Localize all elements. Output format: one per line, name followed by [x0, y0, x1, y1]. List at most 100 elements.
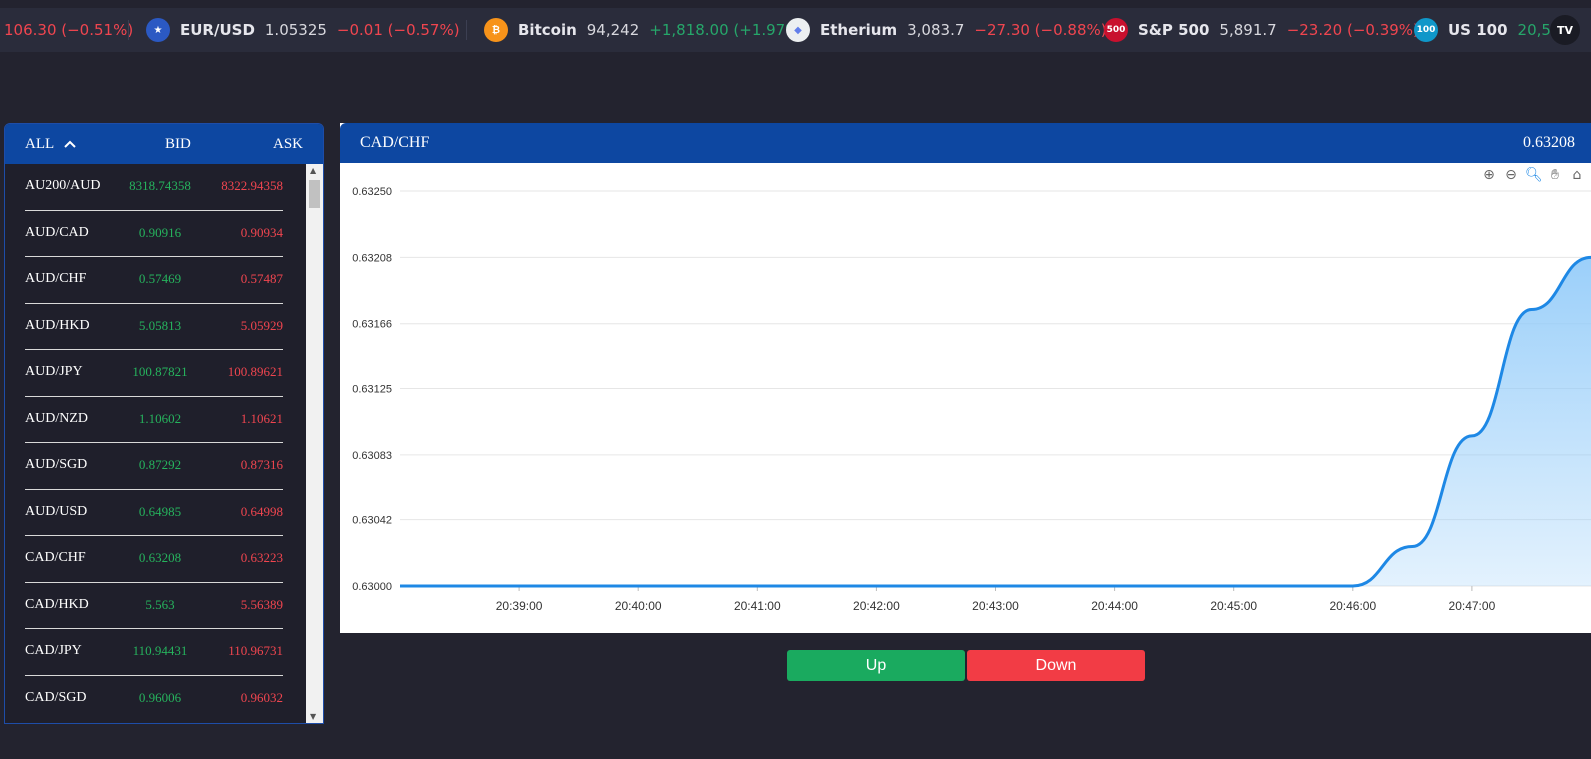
row-ask: 0.96032: [240, 689, 283, 705]
watchlist-row[interactable]: CAD/CHF 0.63208 0.63223: [5, 536, 303, 583]
chart-toolbar: ⊕ ⊖ 🔍︎ ✋︎ ⌂: [1481, 167, 1585, 183]
watchlist-row[interactable]: AUD/JPY 100.87821 100.89621: [5, 350, 303, 397]
down-button[interactable]: Down: [967, 650, 1145, 681]
tradingview-logo-icon[interactable]: TV: [1550, 15, 1580, 45]
watchlist-panel: ALL BID ASK AU200/AUD 8318.74358 8322.9435…: [4, 123, 324, 724]
x-tick-label: 20:42:00: [853, 599, 900, 613]
row-bid: 0.64985: [138, 503, 182, 519]
watchlist-row[interactable]: AUD/HKD 5.05813 5.05929: [5, 304, 303, 351]
ticker-item[interactable]: 106.30 (−0.51%): [4, 8, 133, 52]
up-button[interactable]: Up: [787, 650, 965, 681]
x-tick-label: 20:40:00: [615, 599, 662, 613]
ticker-change: 106.30 (−0.51%): [4, 21, 134, 39]
watchlist-scrollbar[interactable]: ▲ ▼: [306, 164, 323, 723]
x-tick-label: 20:41:00: [734, 599, 781, 613]
row-ask: 1.10621: [240, 410, 283, 426]
row-ask: 0.90934: [240, 224, 283, 240]
row-ask: 8322.94358: [221, 178, 283, 193]
watchlist-row[interactable]: AUD/CAD 0.90916 0.90934: [5, 211, 303, 258]
ticker-name: Bitcoin: [518, 21, 577, 39]
x-tick-label: 20:47:00: [1449, 599, 1496, 613]
watchlist-header: ALL BID ASK: [5, 124, 323, 164]
row-bid: 5.563: [145, 596, 175, 612]
ticker-name: Etherium: [820, 21, 898, 39]
chevron-up-icon: [64, 140, 76, 148]
filter-dropdown[interactable]: ALL: [25, 136, 76, 153]
row-ask: 110.96731: [228, 643, 283, 658]
bid-header: BID: [165, 135, 191, 152]
x-tick-label: 20:39:00: [496, 599, 543, 613]
row-symbol: AU200/AUD: [25, 178, 101, 193]
row-bid: 0.90916: [138, 224, 182, 240]
row-symbol: CAD/CHF: [25, 550, 86, 565]
y-tick-label: 0.63250: [352, 186, 392, 198]
watchlist-row[interactable]: AUD/USD 0.64985 0.64998: [5, 490, 303, 537]
price-chart[interactable]: 0.63000 0.63042 0.63083 0.63125 0.63166 0.632…: [340, 163, 1591, 633]
watchlist-row[interactable]: AUD/SGD 0.87292 0.87316: [5, 443, 303, 490]
watchlist-row[interactable]: CAD/SGD 0.96006 0.96032: [5, 676, 303, 723]
row-symbol: AUD/HKD: [25, 317, 90, 333]
ticker-name: EUR/USD: [180, 21, 255, 39]
y-tick-label: 0.63083: [352, 450, 392, 462]
row-symbol: AUD/NZD: [25, 410, 88, 426]
filter-label: ALL: [25, 135, 55, 152]
row-bid: 8318.74358: [129, 178, 191, 193]
ticker-change: −27.30 (−0.88%): [974, 21, 1107, 39]
ticker-item-bitcoin[interactable]: ₿ Bitcoin 94,242 +1,818.00 (+1.97%: [484, 8, 799, 52]
row-ask: 0.64998: [240, 503, 283, 519]
ticker-name: US 100: [1448, 21, 1508, 39]
chart-symbol: CAD/CHF: [360, 134, 430, 151]
chart-header: CAD/CHF 0.63208: [340, 123, 1591, 163]
row-ask: 0.87316: [240, 457, 283, 472]
scroll-up-arrow-icon[interactable]: ▲: [310, 166, 316, 175]
ticker-name: S&P 500: [1138, 21, 1210, 39]
chart-price: 0.63208: [1523, 134, 1575, 151]
row-bid: 5.05813: [138, 317, 182, 333]
zoom-in-icon[interactable]: ⊕: [1481, 167, 1497, 183]
selection-zoom-icon[interactable]: 🔍︎: [1525, 167, 1543, 183]
y-tick-label: 0.63208: [352, 252, 392, 264]
watchlist-row[interactable]: AU200/AUD 8318.74358 8322.94358: [5, 164, 303, 211]
x-tick-label: 20:46:00: [1329, 599, 1376, 613]
ticker-item-sp500[interactable]: 500 S&P 500 5,891.7 −23.20 (−0.39%): [1104, 8, 1419, 52]
x-tick-label: 20:43:00: [972, 599, 1019, 613]
market-ticker: 106.30 (−0.51%) ★ EUR/USD 1.05325 −0.01 …: [0, 8, 1591, 52]
ticker-price: 5,891.7: [1219, 21, 1277, 39]
y-tick-label: 0.63042: [352, 515, 392, 527]
row-bid: 0.63208: [138, 550, 182, 565]
zoom-out-icon[interactable]: ⊖: [1503, 167, 1519, 183]
ask-header: ASK: [272, 135, 303, 152]
ethereum-icon: ◆: [786, 18, 810, 42]
ticker-price: 3,083.7: [907, 21, 965, 39]
x-tick-label: 20:44:00: [1091, 599, 1138, 613]
pan-hand-icon[interactable]: ✋︎: [1547, 167, 1563, 183]
ticker-item-etherium[interactable]: ◆ Etherium 3,083.7 −27.30 (−0.88%): [786, 8, 1107, 52]
ticker-change: −0.01 (−0.57%): [336, 21, 460, 39]
watchlist-row[interactable]: CAD/JPY 110.94431 110.96731: [5, 629, 303, 676]
row-bid: 1.10602: [138, 410, 182, 426]
watchlist-row[interactable]: AUD/CHF 0.57469 0.57487: [5, 257, 303, 304]
row-bid: 0.57469: [138, 271, 182, 286]
ticker-item-us100[interactable]: 100 US 100 20,557: [1414, 8, 1570, 52]
reset-home-icon[interactable]: ⌂: [1569, 167, 1585, 183]
row-symbol: AUD/CAD: [25, 224, 89, 240]
ticker-item-eurusd[interactable]: ★ EUR/USD 1.05325 −0.01 (−0.57%): [146, 8, 460, 52]
scroll-down-arrow-icon[interactable]: ▼: [310, 712, 316, 721]
sp500-icon: 500: [1104, 18, 1128, 42]
y-tick-label: 0.63000: [352, 581, 392, 593]
row-symbol: CAD/HKD: [25, 596, 89, 612]
row-ask: 100.89621: [227, 364, 283, 379]
series-area: [400, 257, 1591, 586]
row-symbol: CAD/SGD: [25, 689, 87, 705]
ticker-price: 94,242: [586, 21, 640, 39]
row-ask: 0.57487: [240, 271, 283, 286]
chart-panel: CAD/CHF 0.63208 0.63000 0.63042 0.63083 0.6…: [340, 123, 1591, 633]
row-ask: 0.63223: [240, 550, 283, 565]
watchlist-row[interactable]: CAD/HKD 5.563 5.56389: [5, 583, 303, 630]
scroll-thumb[interactable]: [309, 180, 320, 208]
x-tick-label: 20:45:00: [1210, 599, 1257, 613]
us100-icon: 100: [1414, 18, 1438, 42]
row-ask: 5.05929: [240, 317, 283, 333]
bitcoin-icon: ₿: [484, 18, 508, 42]
watchlist-row[interactable]: AUD/NZD 1.10602 1.10621: [5, 397, 303, 444]
